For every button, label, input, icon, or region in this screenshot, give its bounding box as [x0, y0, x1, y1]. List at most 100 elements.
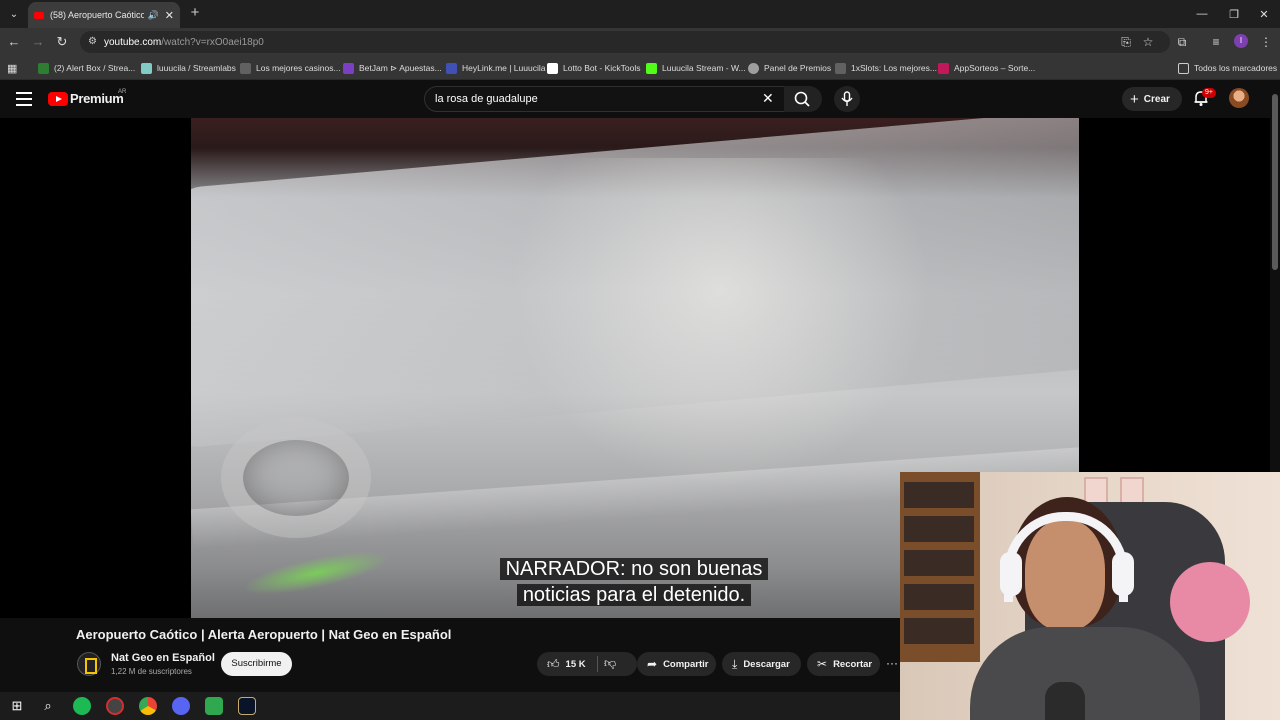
forward-button[interactable]: → — [29, 33, 47, 51]
region-code: AR — [118, 89, 127, 95]
like-icon[interactable]: 👍︎ — [547, 657, 560, 672]
create-button[interactable]: + Crear — [1122, 87, 1182, 111]
media-controls-icon[interactable]: ≡ — [1208, 34, 1224, 50]
bookmark-item[interactable]: 1xSlots: Los mejores... — [835, 60, 937, 76]
share-icon: ➦ — [647, 657, 658, 671]
bookmark-favicon-icon — [547, 62, 558, 74]
youtube-logo-icon[interactable] — [48, 92, 68, 106]
create-label: Crear — [1143, 93, 1170, 105]
hamburger-menu-icon[interactable] — [16, 92, 32, 106]
tab-strip: ⌄ (58) Aeropuerto Caótico | A 🔊 ✕ + — ❐ … — [0, 0, 1280, 28]
voice-search-button[interactable] — [834, 86, 860, 112]
install-app-icon[interactable]: ⎘ — [1118, 34, 1134, 50]
search-input[interactable]: la rosa de guadalupe — [424, 86, 786, 112]
youtube-favicon-icon — [34, 11, 44, 19]
streamer-body — [970, 627, 1200, 720]
bookshelf — [900, 472, 980, 662]
minimize-button[interactable]: — — [1186, 0, 1218, 28]
download-label: Descargar — [743, 658, 790, 670]
bookmark-item[interactable]: (2) Alert Box / Strea... — [38, 60, 135, 76]
search-button[interactable] — [784, 86, 822, 112]
bookmark-favicon-icon — [240, 62, 251, 74]
shelf-row — [904, 482, 974, 508]
bookmark-favicon-icon — [646, 62, 657, 74]
tab-search-button[interactable]: ⌄ — [4, 4, 24, 24]
notification-count-badge: 9+ — [1202, 88, 1216, 98]
new-tab-button[interactable]: + — [186, 4, 204, 22]
tab-title: (58) Aeropuerto Caótico | A — [50, 10, 144, 20]
channel-avatar[interactable] — [77, 652, 101, 676]
close-tab-icon[interactable]: ✕ — [165, 9, 174, 22]
more-actions-icon[interactable]: ··· — [886, 652, 900, 676]
scrollbar-thumb[interactable] — [1272, 94, 1278, 270]
channel-name[interactable]: Nat Geo en Español — [111, 652, 215, 664]
menu-kebab-icon[interactable]: ⋮ — [1258, 34, 1274, 50]
like-divider — [597, 656, 598, 672]
subscribe-button[interactable]: Suscribirme — [221, 652, 292, 676]
bookmark-favicon-icon — [141, 62, 152, 74]
subtitle-line-1: NARRADOR: no son buenas — [499, 558, 769, 580]
youtube-premium-wordmark[interactable]: Premium — [70, 91, 124, 106]
league-icon[interactable] — [238, 697, 256, 715]
minecraft-icon[interactable] — [205, 697, 223, 715]
shelf-row — [904, 550, 974, 576]
discord-icon[interactable] — [172, 697, 190, 715]
youtube-header: Premium AR la rosa de guadalupe ✕ + Crear… — [0, 80, 1270, 118]
like-count[interactable]: 15 K — [566, 659, 586, 670]
bookmark-label: Panel de Premios — [764, 63, 832, 73]
shelf-row — [904, 618, 974, 644]
extensions-icon[interactable]: ⧉ — [1174, 34, 1190, 50]
share-button[interactable]: ➦ Compartir — [637, 652, 716, 676]
headset-ear — [1000, 552, 1022, 596]
bookmark-item[interactable]: Panel de Premios — [748, 60, 831, 76]
address-bar[interactable]: ⚙ youtube.com /watch?v=rxO0aei18p0 — [80, 31, 1170, 53]
obs-icon[interactable] — [106, 697, 124, 715]
bookmark-favicon-icon — [748, 62, 759, 74]
profile-avatar[interactable]: I — [1234, 34, 1248, 48]
bookmark-label: Luuucila Stream - W... — [662, 63, 746, 73]
video-title: Aeropuerto Caótico | Alerta Aeropuerto |… — [76, 627, 452, 642]
bookmark-item[interactable]: HeyLink.me | Luuucila — [446, 60, 545, 76]
reload-button[interactable]: ↻ — [53, 33, 71, 51]
all-bookmarks-folder[interactable]: Todos los marcadores — [1178, 60, 1277, 76]
bookmark-item[interactable]: Lotto Bot - KickTools — [547, 60, 640, 76]
windows-start-icon[interactable]: ⊞ — [8, 697, 26, 715]
speaker-icon[interactable]: 🔊 — [148, 10, 159, 21]
bookmark-item[interactable]: Luuucila Stream - W... — [646, 60, 746, 76]
account-avatar[interactable] — [1229, 88, 1249, 108]
clear-search-icon[interactable]: ✕ — [762, 90, 774, 107]
close-window-button[interactable]: ✕ — [1248, 0, 1280, 28]
bookmark-favicon-icon — [938, 62, 949, 74]
dislike-icon[interactable]: 👎︎ — [604, 656, 616, 671]
clip-label: Recortar — [833, 658, 873, 670]
bookmark-item[interactable]: luuucila / Streamlabs — [141, 60, 236, 76]
taskbar-search-icon[interactable]: ⌕ — [39, 697, 57, 715]
folder-icon — [1178, 62, 1189, 74]
all-bookmarks-label: Todos los marcadores — [1194, 63, 1278, 73]
bookmark-star-icon[interactable]: ☆ — [1140, 34, 1156, 50]
browser-toolbar: ← → ↻ ⚙ youtube.com /watch?v=rxO0aei18p0… — [0, 28, 1280, 56]
bookmark-label: AppSorteos – Sorte... — [954, 63, 1036, 73]
bookmark-item[interactable]: BetJam ⊳ Apuestas... — [343, 60, 442, 76]
spotify-icon[interactable] — [73, 697, 91, 715]
bookmarks-bar: ▦ (2) Alert Box / Strea... luuucila / St… — [0, 56, 1280, 80]
video-frame-highlight — [511, 158, 931, 488]
url-host: youtube.com — [104, 36, 162, 48]
video-frame-glow — [239, 542, 393, 604]
bookmark-item[interactable]: Los mejores casinos... — [240, 60, 341, 76]
chrome-icon[interactable] — [139, 697, 157, 715]
apps-grid-icon[interactable]: ▦ — [7, 60, 17, 76]
microphone-icon — [841, 91, 853, 106]
restore-button[interactable]: ❐ — [1218, 0, 1250, 28]
download-button[interactable]: ⤓ Descargar — [722, 652, 801, 676]
subscriber-count: 1,22 M de suscriptores — [111, 667, 192, 676]
active-tab[interactable]: (58) Aeropuerto Caótico | A 🔊 ✕ — [28, 2, 180, 28]
site-info-icon[interactable]: ⚙ — [88, 36, 97, 47]
shelf-row — [904, 584, 974, 610]
bookmark-item[interactable]: AppSorteos – Sorte... — [938, 60, 1035, 76]
clip-button[interactable]: ✂ Recortar — [807, 652, 880, 676]
url-path: /watch?v=rxO0aei18p0 — [161, 36, 264, 48]
back-button[interactable]: ← — [5, 33, 23, 51]
share-label: Compartir — [663, 658, 709, 670]
microphone — [1045, 682, 1085, 720]
